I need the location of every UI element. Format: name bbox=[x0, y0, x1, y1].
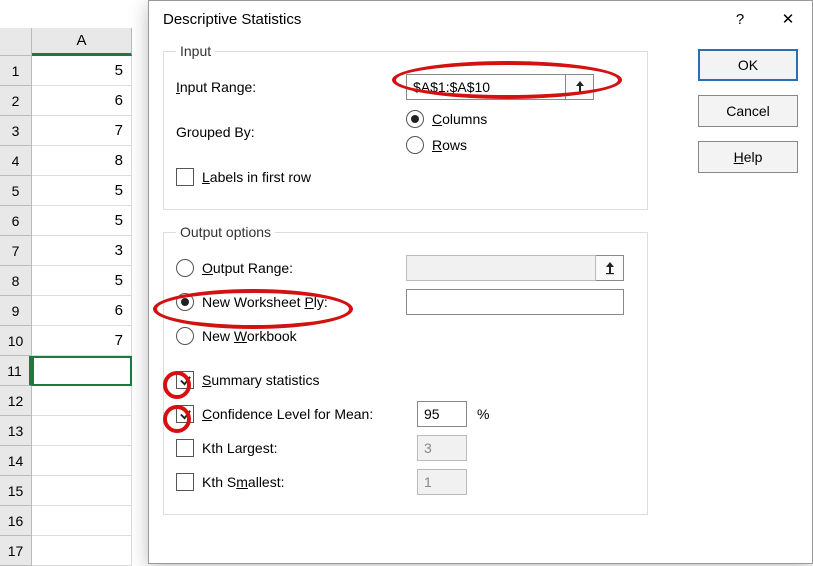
help-button[interactable]: Help bbox=[698, 141, 798, 173]
dialog-titlebar: Descriptive Statistics ? ✕ bbox=[149, 1, 812, 37]
cell[interactable] bbox=[32, 386, 132, 416]
kth-smallest-checkbox[interactable] bbox=[176, 473, 194, 491]
worksheet: A 15263748556573859610711121314151617 bbox=[0, 0, 150, 564]
output-legend: Output options bbox=[176, 224, 275, 240]
row-header[interactable]: 15 bbox=[0, 476, 32, 506]
input-range-field[interactable] bbox=[406, 74, 566, 100]
row-header[interactable]: 2 bbox=[0, 86, 32, 116]
cell[interactable] bbox=[32, 476, 132, 506]
cell[interactable]: 5 bbox=[32, 206, 132, 236]
cell[interactable]: 5 bbox=[32, 176, 132, 206]
cell[interactable]: 6 bbox=[32, 86, 132, 116]
kth-largest-label: Kth Largest: bbox=[202, 440, 417, 456]
input-range-picker-icon[interactable] bbox=[566, 74, 594, 100]
row-header[interactable]: 16 bbox=[0, 506, 32, 536]
output-range-picker-icon[interactable] bbox=[596, 255, 624, 281]
row-header[interactable]: 13 bbox=[0, 416, 32, 446]
row-header[interactable]: 4 bbox=[0, 146, 32, 176]
grouped-columns-radio[interactable] bbox=[406, 110, 424, 128]
grouped-columns-label: Columns bbox=[432, 111, 487, 127]
cell[interactable] bbox=[32, 356, 132, 386]
row-header[interactable]: 14 bbox=[0, 446, 32, 476]
cell[interactable]: 6 bbox=[32, 296, 132, 326]
cell[interactable] bbox=[32, 536, 132, 566]
summary-statistics-label: Summary statistics bbox=[202, 372, 319, 388]
cell[interactable] bbox=[32, 506, 132, 536]
input-legend: Input bbox=[176, 43, 215, 59]
grouped-rows-radio[interactable] bbox=[406, 136, 424, 154]
close-icon[interactable]: ✕ bbox=[764, 1, 812, 37]
kth-smallest-label: Kth Smallest: bbox=[202, 474, 417, 490]
output-range-field bbox=[406, 255, 596, 281]
cell[interactable]: 5 bbox=[32, 266, 132, 296]
descriptive-statistics-dialog: Descriptive Statistics ? ✕ Input Input R… bbox=[148, 0, 813, 564]
confidence-level-field[interactable] bbox=[417, 401, 467, 427]
confidence-level-checkbox[interactable] bbox=[176, 405, 194, 423]
input-group: Input Input Range: Grouped By: C bbox=[163, 43, 648, 210]
row-header[interactable]: 5 bbox=[0, 176, 32, 206]
row-header[interactable]: 6 bbox=[0, 206, 32, 236]
summary-statistics-checkbox[interactable] bbox=[176, 371, 194, 389]
input-range-label: Input Range: bbox=[176, 79, 406, 95]
grouped-rows-label: Rows bbox=[432, 137, 467, 153]
new-worksheet-ply-label: New Worksheet Ply: bbox=[202, 294, 406, 310]
cell[interactable]: 5 bbox=[32, 56, 132, 86]
row-header[interactable]: 9 bbox=[0, 296, 32, 326]
output-range-label: Output Range: bbox=[202, 260, 406, 276]
cancel-button[interactable]: Cancel bbox=[698, 95, 798, 127]
cell[interactable]: 8 bbox=[32, 146, 132, 176]
row-header[interactable]: 3 bbox=[0, 116, 32, 146]
row-header[interactable]: 8 bbox=[0, 266, 32, 296]
ok-button[interactable]: OK bbox=[698, 49, 798, 81]
output-range-radio[interactable] bbox=[176, 259, 194, 277]
row-header[interactable]: 17 bbox=[0, 536, 32, 566]
confidence-level-label: Confidence Level for Mean: bbox=[202, 406, 417, 422]
cell[interactable] bbox=[32, 416, 132, 446]
dialog-title: Descriptive Statistics bbox=[163, 11, 301, 28]
kth-largest-field bbox=[417, 435, 467, 461]
row-header[interactable]: 11 bbox=[0, 356, 32, 386]
row-header[interactable]: 10 bbox=[0, 326, 32, 356]
percent-label: % bbox=[477, 406, 489, 422]
kth-smallest-field bbox=[417, 469, 467, 495]
row-header[interactable]: 12 bbox=[0, 386, 32, 416]
labels-first-row-checkbox[interactable] bbox=[176, 168, 194, 186]
cell[interactable] bbox=[32, 446, 132, 476]
row-header[interactable]: 7 bbox=[0, 236, 32, 266]
kth-largest-checkbox[interactable] bbox=[176, 439, 194, 457]
new-workbook-label: New Workbook bbox=[202, 328, 297, 344]
row-header[interactable]: 1 bbox=[0, 56, 32, 86]
new-worksheet-ply-field[interactable] bbox=[406, 289, 624, 315]
grouped-by-label: Grouped By: bbox=[176, 124, 406, 140]
select-all-corner[interactable] bbox=[0, 28, 32, 56]
cell[interactable]: 3 bbox=[32, 236, 132, 266]
cell[interactable]: 7 bbox=[32, 326, 132, 356]
new-workbook-radio[interactable] bbox=[176, 327, 194, 345]
column-header-A[interactable]: A bbox=[32, 28, 132, 56]
help-icon[interactable]: ? bbox=[716, 1, 764, 37]
new-worksheet-ply-radio[interactable] bbox=[176, 293, 194, 311]
cell[interactable]: 7 bbox=[32, 116, 132, 146]
labels-first-row-label: Labels in first row bbox=[202, 169, 311, 185]
output-group: Output options Output Range: New Workshe… bbox=[163, 224, 648, 515]
